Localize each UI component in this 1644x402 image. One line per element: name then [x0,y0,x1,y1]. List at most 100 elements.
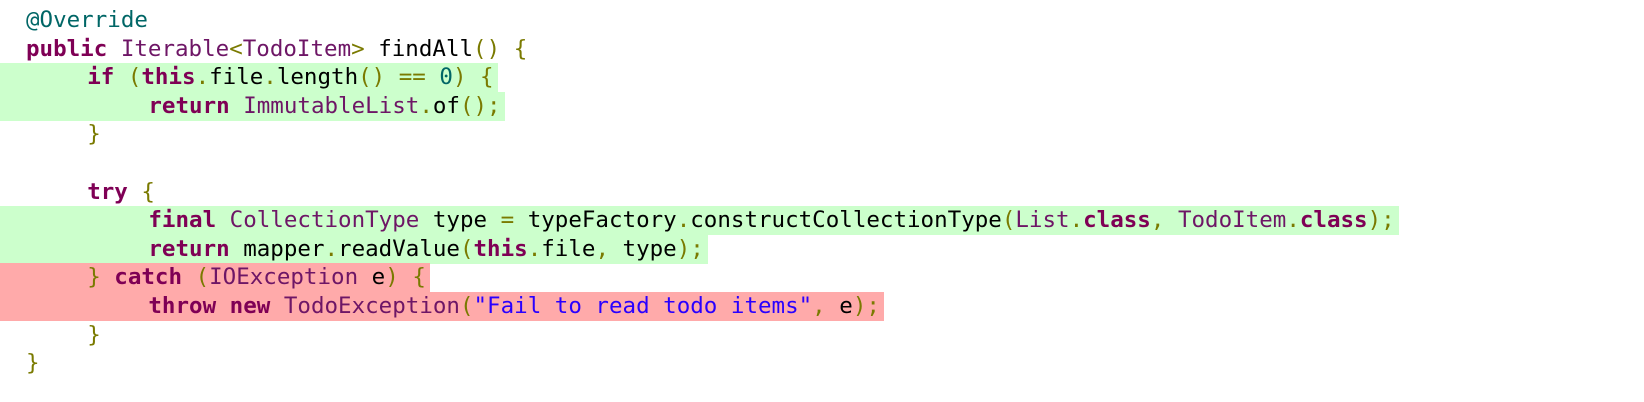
code-token: } [87,121,101,148]
code-line: public Iterable<TodoItem> findAll() { [26,34,527,64]
code-token: e [825,293,853,319]
code-token: . [324,235,339,262]
code-token: { [513,35,528,62]
code-token: ( [127,64,142,91]
code-token: } [87,321,101,348]
code-token: length [276,64,359,91]
code-token: (); [459,92,501,119]
code-line: throw new TodoException("Fail to read to… [148,291,880,321]
code-token: constructCollectionType [690,207,1002,234]
code-token: return [148,92,230,119]
code-token: == [398,64,426,91]
code-token: 0 [439,64,453,91]
code-token: , [812,293,826,319]
code-token: ( [459,235,474,262]
code-line: if (this.file.length() == 0) { [87,62,493,92]
code-diff-view: @Override public Iterable<TodoItem> findA… [0,0,1644,402]
code-token: ) [452,64,467,91]
code-token: type [419,207,501,234]
code-token: > [351,35,365,62]
code-token: . [1286,207,1300,234]
code-token: throw [148,293,217,319]
code-token: { [412,264,426,291]
code-token: findAll [364,35,474,62]
code-token: { [480,64,494,91]
code-token: } [26,350,40,377]
code-line: } [87,320,101,350]
code-token: ImmutableList [243,92,420,119]
code-token: type [608,235,677,262]
code-token: return [148,235,230,262]
code-token: new [229,293,271,319]
code-token: . [419,92,433,119]
code-token: file [209,64,264,91]
code-token: file [541,235,596,262]
code-token: ); [852,293,880,319]
code-token: of [432,92,460,119]
code-token: } [87,264,101,291]
code-token: TodoItem [242,35,352,62]
code-token: e [358,264,386,291]
code-token: TodoException [283,293,460,319]
code-token: this [473,235,528,262]
code-token: { [141,178,155,205]
code-token: if [87,64,115,91]
code-token: = [500,207,515,234]
code-line: return ImmutableList.of(); [148,91,500,121]
code-token: . [263,64,277,91]
code-token: TodoItem [1177,207,1287,234]
code-token: Iterable [120,35,230,62]
code-token: ( [1001,207,1016,234]
code-token: . [527,235,542,262]
code-token: < [229,35,243,62]
code-line: final CollectionType type = typeFactory.… [148,205,1394,235]
code-token: public [26,35,108,62]
code-token: typeFactory [514,207,677,234]
code-token: . [1069,207,1084,234]
code-line: } [87,119,101,149]
code-token: ) [385,264,399,291]
code-token: . [676,207,691,234]
code-token: catch [114,264,183,291]
code-line: try { [87,177,155,207]
code-token: CollectionType [229,207,420,234]
code-token: "Fail to read todo items" [473,293,813,319]
code-token: mapper [229,235,325,262]
code-token: List [1015,207,1070,234]
code-token: try [87,178,128,205]
code-token: () [358,64,386,91]
code-token: class [1083,207,1151,234]
code-line: @Override [26,5,148,35]
code-token: ( [195,264,210,291]
code-token: class [1299,207,1368,234]
code-token: () [473,35,501,62]
code-token: , [1150,207,1165,234]
code-token: readValue [338,235,460,262]
code-token: IOException [209,264,359,291]
code-line: } catch (IOException e) { [87,262,426,292]
code-line: return mapper.readValue(this.file, type)… [148,234,703,264]
code-token: . [195,64,210,91]
code-token: final [148,207,217,234]
code-token: @Override [26,7,148,33]
code-token: ); [1367,207,1395,234]
code-token: , [595,235,609,262]
code-line: } [26,348,40,378]
code-token: ( [459,293,474,319]
code-token: ); [676,235,704,262]
